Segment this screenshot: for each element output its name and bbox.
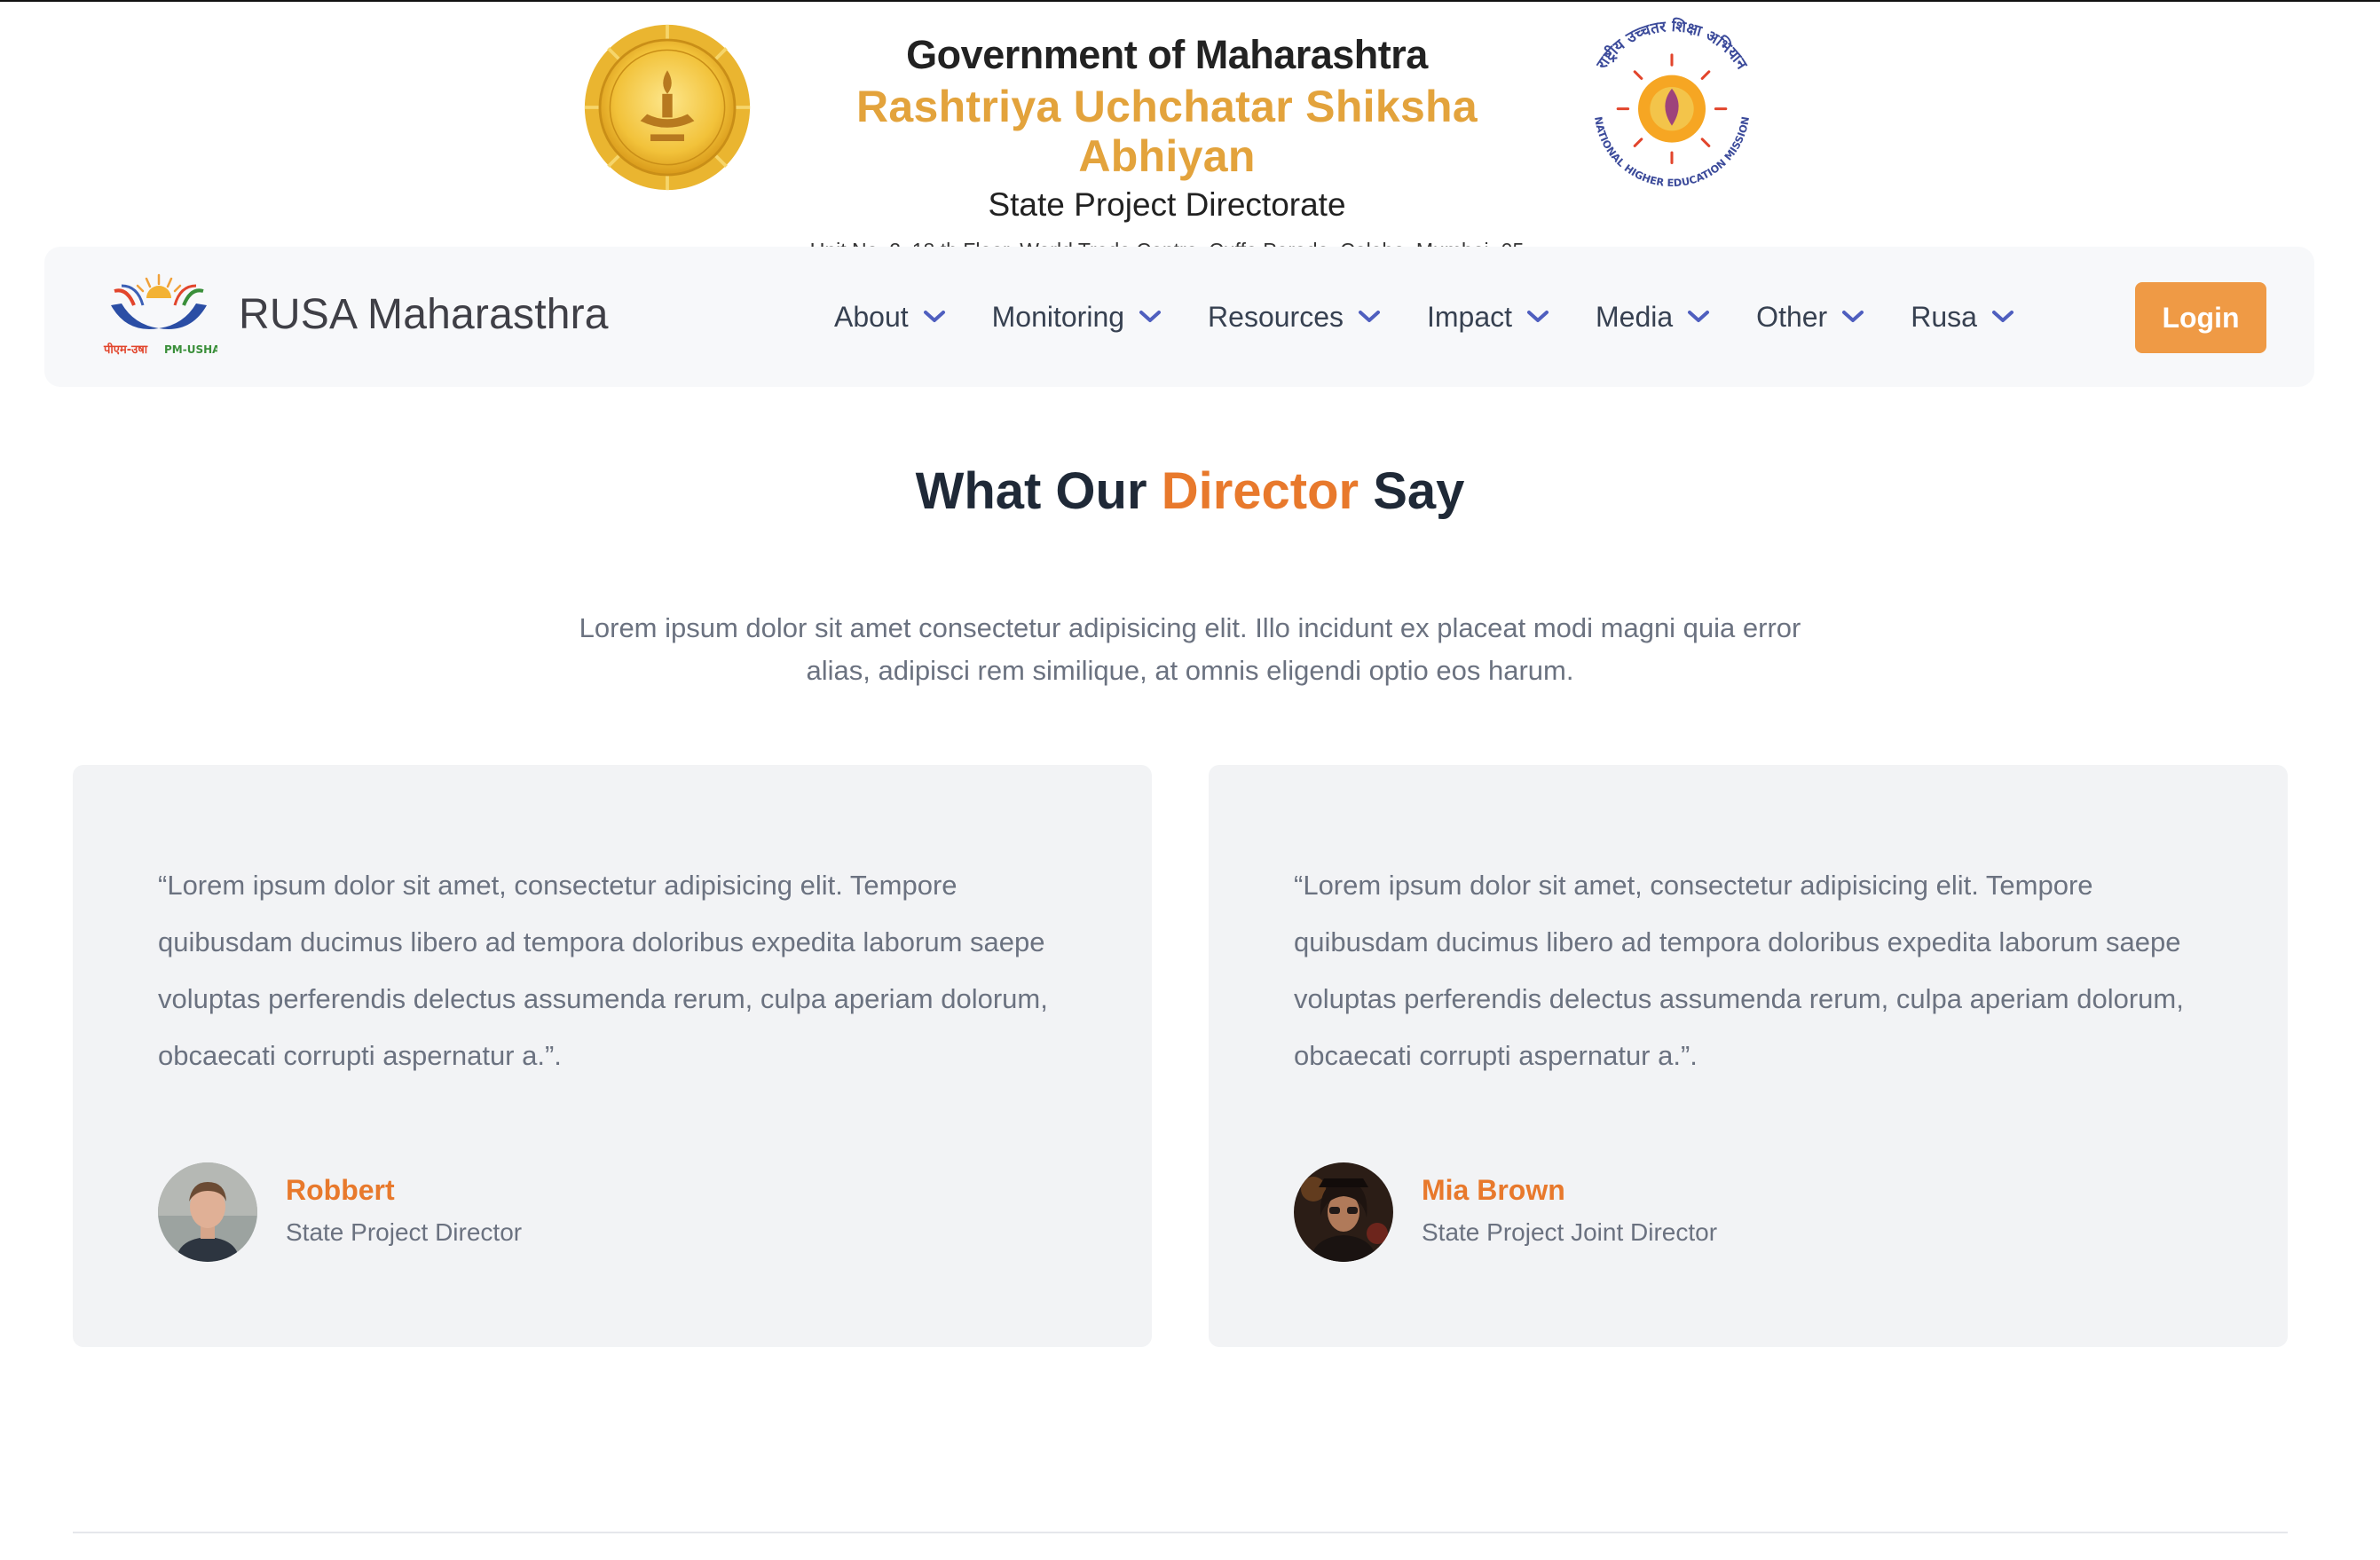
chevron-down-icon xyxy=(1688,311,1710,322)
pm-usha-logo-icon: पीएम-उषा PM-USHA xyxy=(103,273,217,357)
author-role: State Project Joint Director xyxy=(1422,1218,1718,1246)
nav-item-label: Rusa xyxy=(1911,300,1977,333)
testimonial-quote: “Lorem ipsum dolor sit amet, consectetur… xyxy=(1294,870,2184,1071)
chevron-down-icon xyxy=(923,311,945,322)
main-navbar: पीएम-उषा PM-USHA RUSA Maharasthra About … xyxy=(44,247,2314,387)
nav-item-rusa[interactable]: Rusa xyxy=(1911,301,2014,334)
chevron-down-icon xyxy=(1139,311,1162,322)
chevron-down-icon xyxy=(1358,311,1380,322)
logo-text-hindi: पीएम-उषा xyxy=(103,343,148,357)
maharashtra-emblem-icon xyxy=(584,24,751,191)
nav-item-impact[interactable]: Impact xyxy=(1427,301,1549,334)
chevron-down-icon xyxy=(1991,311,2014,322)
chevron-down-icon xyxy=(1842,311,1864,322)
testimonial-card: “Lorem ipsum dolor sit amet, consectetur… xyxy=(1209,765,2288,1347)
author-role: State Project Director xyxy=(286,1218,523,1246)
testimonial-author: Robbert State Project Director xyxy=(158,1162,522,1262)
avatar xyxy=(158,1162,257,1262)
logo-text-english: PM-USHA xyxy=(164,343,217,356)
nav-item-resources[interactable]: Resources xyxy=(1208,301,1381,334)
nav-menu: About Monitoring Resources Impact Media … xyxy=(834,247,2061,387)
nav-item-label: Impact xyxy=(1426,300,1513,333)
nav-item-other[interactable]: Other xyxy=(1756,301,1864,334)
nav-item-label: Media xyxy=(1596,300,1674,333)
nav-item-label: Monitoring xyxy=(991,300,1125,333)
nav-item-monitoring[interactable]: Monitoring xyxy=(992,301,1162,334)
government-banner: Government of Maharashtra Rashtriya Uchc… xyxy=(0,2,2380,262)
section-intro: Lorem ipsum dolor sit amet consectetur a… xyxy=(579,612,1801,686)
testimonial-author: Mia Brown State Project Joint Director xyxy=(1294,1162,1717,1262)
chevron-down-icon xyxy=(1527,311,1549,322)
nav-item-label: About xyxy=(834,300,909,333)
section-title: What Our Director Say xyxy=(0,461,2380,521)
nav-item-label: Other xyxy=(1756,300,1828,333)
rusa-title: Rashtriya Uchchatar Shiksha Abhiyan xyxy=(855,82,1478,181)
directorate-title: State Project Directorate xyxy=(988,186,1346,223)
author-name: Mia Brown xyxy=(1422,1174,1565,1206)
nav-item-media[interactable]: Media xyxy=(1596,301,1710,334)
brand[interactable]: पीएम-उषा PM-USHA RUSA Maharasthra xyxy=(100,270,609,358)
section-title-accent: Director xyxy=(1161,462,1359,520)
author-name: Robbert xyxy=(286,1174,395,1206)
avatar xyxy=(1294,1162,1393,1262)
section-title-suffix: Say xyxy=(1373,462,1465,520)
nhem-emblem-icon: राष्ट्रीय उच्चतर शिक्षा अभियान NATIONAL … xyxy=(1592,17,1752,189)
login-button[interactable]: Login xyxy=(2135,282,2266,353)
footer-divider xyxy=(73,1532,2288,1533)
testimonial-quote: “Lorem ipsum dolor sit amet, consectetur… xyxy=(158,870,1048,1071)
nav-item-about[interactable]: About xyxy=(834,301,946,334)
testimonial-card: “Lorem ipsum dolor sit amet, consectetur… xyxy=(73,765,1152,1347)
section-title-prefix: What Our xyxy=(915,462,1147,520)
brand-name: RUSA Maharasthra xyxy=(239,290,609,338)
government-title: Government of Maharashtra xyxy=(906,32,1428,77)
nav-item-label: Resources xyxy=(1208,300,1344,333)
